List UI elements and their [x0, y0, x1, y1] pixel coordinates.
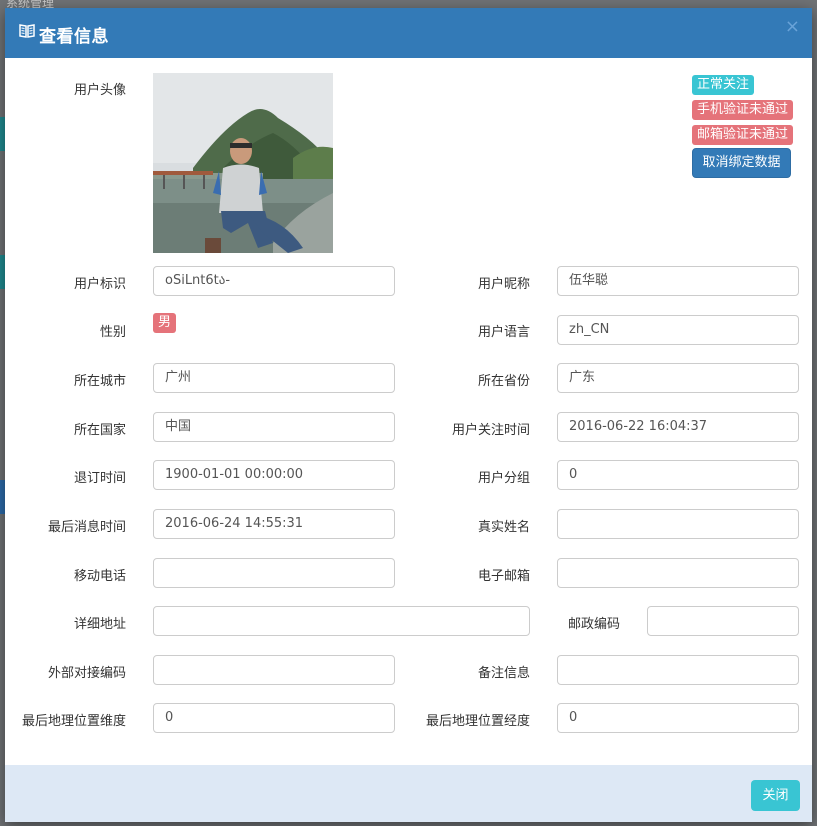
- unsubscribe-time-label: 退订时间: [73, 471, 126, 486]
- real-name-field[interactable]: [557, 509, 799, 539]
- user-info-modal: 查看信息 × 用户头像 正常关注 手机验证未通过 邮箱验证未通过 取消绑定数据 …: [5, 8, 812, 822]
- country-field[interactable]: 中国: [153, 412, 395, 442]
- close-button[interactable]: 关闭: [751, 780, 800, 811]
- unbind-data-button[interactable]: 取消绑定数据: [692, 148, 791, 178]
- unsubscribe-time-field[interactable]: 1900-01-01 00:00:00: [153, 460, 395, 490]
- external-code-field[interactable]: [153, 655, 395, 685]
- group-field[interactable]: 0: [557, 460, 799, 490]
- mobile-label: 移动电话: [73, 569, 126, 584]
- book-icon: [19, 24, 35, 38]
- latitude-field[interactable]: 0: [153, 703, 395, 733]
- modal-header: 查看信息 ×: [5, 8, 812, 58]
- city-label: 所在城市: [73, 374, 126, 389]
- modal-footer: [5, 765, 812, 822]
- email-label: 电子邮箱: [477, 569, 530, 584]
- subscribed-badge: 正常关注: [692, 75, 755, 95]
- postcode-label: 邮政编码: [567, 617, 620, 632]
- language-label: 用户语言: [477, 325, 530, 340]
- email-field[interactable]: [557, 558, 799, 588]
- subscribe-time-field[interactable]: 2016-06-22 16:04:37: [557, 412, 799, 442]
- mobile-field[interactable]: [153, 558, 395, 588]
- modal-title: 查看信息: [39, 27, 109, 47]
- group-label: 用户分组: [477, 471, 530, 486]
- language-field[interactable]: zh_CN: [557, 315, 799, 345]
- real-name-label: 真实姓名: [477, 520, 530, 535]
- longitude-field[interactable]: 0: [557, 703, 799, 733]
- province-label: 所在省份: [477, 374, 530, 389]
- avatar-label: 用户头像: [73, 83, 126, 98]
- remark-field[interactable]: [557, 655, 799, 685]
- province-field[interactable]: 广东: [557, 363, 799, 393]
- address-field[interactable]: [153, 606, 530, 636]
- city-field[interactable]: 广州: [153, 363, 395, 393]
- postcode-field[interactable]: [647, 606, 799, 636]
- avatar: [153, 73, 333, 253]
- latitude-label: 最后地理位置维度: [21, 714, 126, 729]
- longitude-label: 最后地理位置经度: [425, 714, 530, 729]
- address-label: 详细地址: [73, 617, 126, 632]
- country-label: 所在国家: [73, 423, 126, 438]
- email-verify-badge: 邮箱验证未通过: [692, 125, 794, 145]
- remark-label: 备注信息: [477, 666, 530, 681]
- external-code-label: 外部对接编码: [47, 666, 126, 681]
- nickname-label: 用户昵称: [477, 277, 530, 292]
- gender-badge: 男: [153, 313, 177, 333]
- subscribe-time-label: 用户关注时间: [451, 423, 530, 438]
- last-message-time-field[interactable]: 2016-06-24 14:55:31: [153, 509, 395, 539]
- phone-verify-badge: 手机验证未通过: [692, 100, 794, 120]
- last-message-time-label: 最后消息时间: [47, 520, 126, 535]
- openid-field[interactable]: oSiLnt6tა-: [153, 266, 395, 296]
- close-icon[interactable]: ×: [785, 16, 800, 37]
- openid-label: 用户标识: [73, 277, 126, 292]
- nickname-field[interactable]: 伍华聪: [557, 266, 799, 296]
- gender-label: 性别: [99, 325, 126, 340]
